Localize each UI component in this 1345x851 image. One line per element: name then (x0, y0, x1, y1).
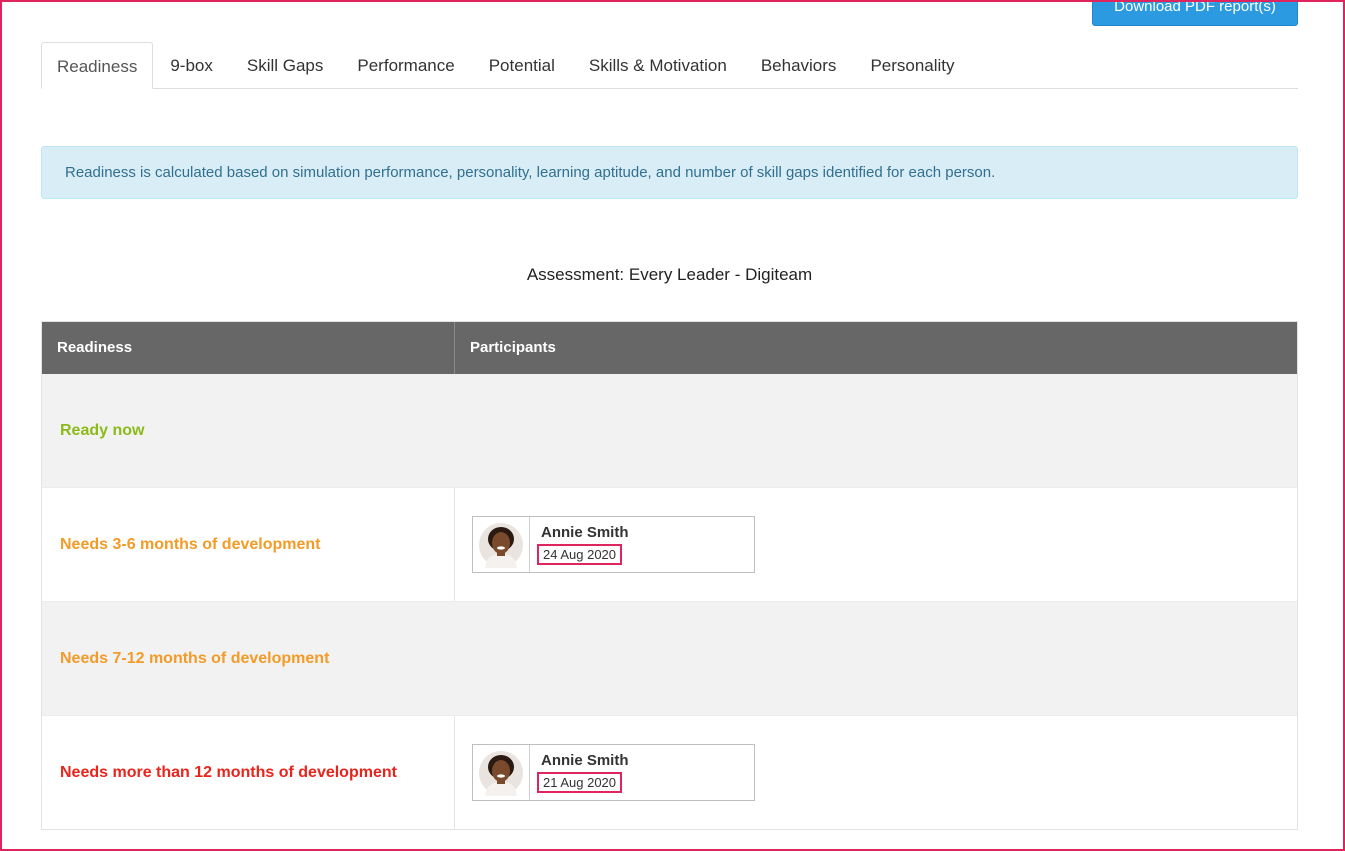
download-pdf-button[interactable]: Download PDF report(s) (1092, 0, 1298, 26)
participants-cell (455, 602, 1297, 715)
participants-cell (455, 374, 1297, 487)
header-readiness: Readiness (42, 322, 455, 374)
tab-potential[interactable]: Potential (472, 42, 572, 88)
tab-9-box[interactable]: 9-box (153, 42, 230, 88)
readiness-info-alert: Readiness is calculated based on simulat… (41, 146, 1298, 199)
tab-readiness[interactable]: Readiness (41, 42, 154, 89)
table-row: Needs more than 12 months of development… (42, 715, 1297, 829)
tab-performance[interactable]: Performance (340, 42, 471, 88)
participant-name: Annie Smith (541, 752, 629, 769)
participant-card[interactable]: Annie Smith 24 Aug 2020 (472, 516, 755, 573)
table-header: Readiness Participants (42, 322, 1297, 374)
table-row: Ready now (42, 374, 1297, 487)
participant-name: Annie Smith (541, 524, 629, 541)
readiness-label: Ready now (60, 421, 145, 439)
table-row: Needs 7-12 months of development (42, 601, 1297, 715)
participant-date: 21 Aug 2020 (537, 772, 623, 793)
header-participants: Participants (470, 339, 556, 356)
readiness-label: Needs 3-6 months of development (42, 488, 455, 601)
tab-skill-gaps[interactable]: Skill Gaps (230, 42, 341, 88)
table-row: Needs 3-6 months of development Annie Sm… (42, 487, 1297, 601)
readiness-label: Needs more than 12 months of development (42, 716, 455, 829)
assessment-title: Assessment: Every Leader - Digiteam (526, 265, 813, 284)
person-avatar-icon (473, 517, 530, 572)
participant-card[interactable]: Annie Smith 21 Aug 2020 (472, 744, 755, 801)
readiness-table: Readiness Participants Ready now Needs 3… (41, 321, 1298, 830)
person-avatar-icon (473, 745, 530, 800)
tab-bar: Readiness 9-box Skill Gaps Performance P… (41, 42, 1298, 89)
tab-personality[interactable]: Personality (853, 42, 971, 88)
participants-cell: Annie Smith 21 Aug 2020 (455, 716, 1297, 829)
tab-behaviors[interactable]: Behaviors (744, 42, 854, 88)
tab-skills-motivation[interactable]: Skills & Motivation (572, 42, 744, 88)
participants-cell: Annie Smith 24 Aug 2020 (455, 488, 1297, 601)
readiness-label: Needs 7-12 months of development (60, 649, 330, 667)
participant-date: 24 Aug 2020 (537, 544, 623, 565)
